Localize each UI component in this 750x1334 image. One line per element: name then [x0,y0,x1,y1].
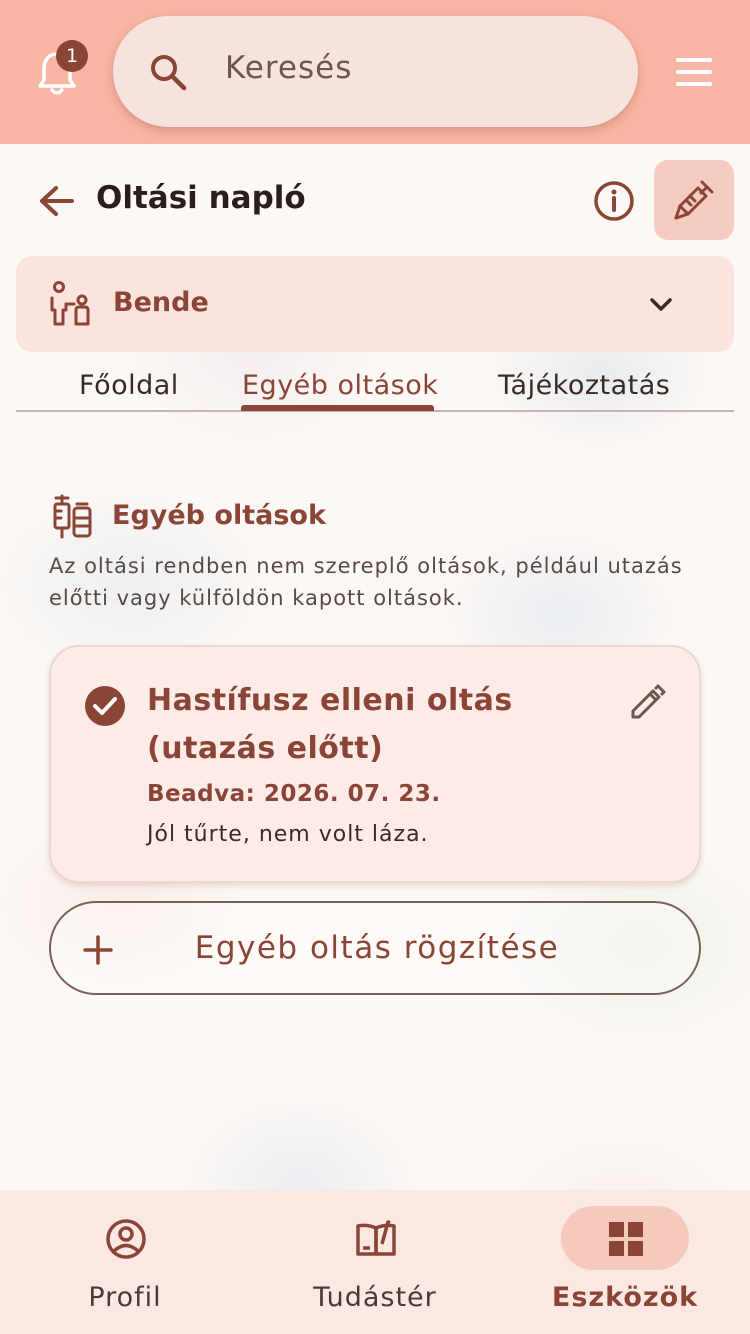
notification-badge: 1 [56,40,88,72]
grid-icon [609,1222,643,1256]
back-arrow-icon[interactable] [36,180,78,222]
add-other-vaccination-button[interactable]: Egyéb oltás rögzítése [49,901,701,995]
hamburger-menu-icon[interactable] [676,58,712,86]
search-bar[interactable]: Keresés [113,16,638,127]
nav-item-tools[interactable]: Eszközök [500,1190,750,1334]
edit-pencil-icon[interactable] [627,681,667,721]
nav-label-tools: Eszközök [551,1282,699,1313]
vaccine-vials-icon [53,494,92,539]
tab-main[interactable]: Főoldal [79,370,179,401]
nav-item-knowledge[interactable]: Tudástér [250,1190,500,1334]
vaccine-action-button[interactable] [654,160,734,240]
nav-item-profile[interactable]: Profil [0,1190,250,1334]
info-icon[interactable] [592,179,636,223]
chevron-down-icon [650,298,672,311]
vaccination-date: Beadva: 2026. 07. 23. [147,781,441,807]
nav-label-knowledge: Tudástér [313,1282,437,1313]
child-selector[interactable]: Bende [16,256,734,352]
vaccination-name: Hastífusz elleni oltás (utazás előtt) [147,683,513,766]
nav-label-profile: Profil [88,1282,162,1313]
search-input[interactable]: Keresés [225,50,352,86]
child-name: Bende [113,287,209,318]
section-title: Egyéb oltások [112,500,326,531]
book-icon [356,1220,396,1256]
tab-information[interactable]: Tájékoztatás [498,370,670,401]
active-tab-indicator [241,405,434,411]
vaccination-note: Jól tűrte, nem volt láza. [147,822,429,847]
vaccination-card[interactable]: Hastífusz elleni oltás (utazás előtt) Be… [49,645,701,883]
search-icon [151,55,187,91]
page-title: Oltási napló [96,180,306,216]
section-description: Az oltási rendben nem szereplő oltások, … [49,554,683,610]
tab-other-vaccinations[interactable]: Egyéb oltások [242,370,438,401]
check-circle-icon [85,686,125,726]
syringe-icon [674,180,714,220]
tab-bar: Főoldal Egyéb oltások Tájékoztatás [16,362,734,412]
top-app-bar: 1 Keresés [0,0,750,144]
parent-child-icon [50,281,90,326]
bottom-navigation: Profil Tudástér Eszközök [0,1190,750,1334]
profile-icon [106,1219,146,1259]
add-button-label: Egyéb oltás rögzítése [194,930,560,966]
